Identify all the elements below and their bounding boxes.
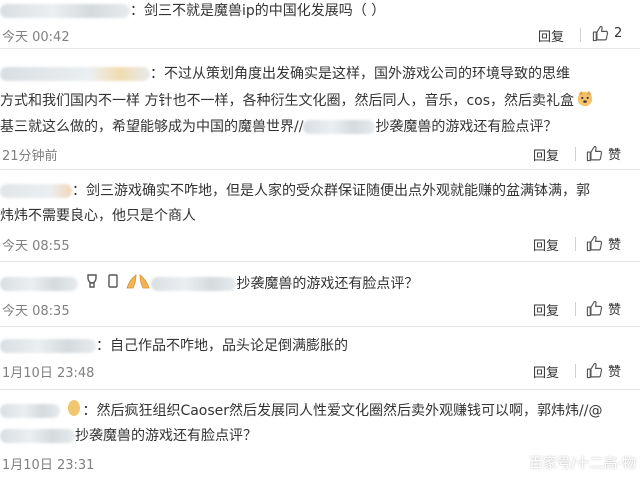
like-button[interactable]: 2 [592,25,622,42]
comment-text: ：剑三不就是魔兽ip的中国化发展吗（ ） [130,3,386,19]
divider [575,147,576,161]
mentioned-username[interactable] [151,277,237,291]
emoji-icon [107,273,119,295]
thumbs-up-icon [586,235,603,252]
comment-item: ：剑三游戏确实不咋地，但是人家的受众群保证随便出点外观就能赚的盆满钵满，郭 炜炜… [0,170,640,262]
comment-text: 基三就这么做的，希望能够成为中国的魔兽世界// [0,119,304,135]
emoji-icon [66,399,82,423]
comment-time: 1月10日 23:31 [2,458,95,473]
watermark: 百家号/十二高·物 [528,456,636,472]
like-label: 赞 [608,365,622,380]
like-label: 赞 [608,303,622,318]
reply-button[interactable]: 回复 [533,300,559,319]
username[interactable] [0,4,130,18]
comment-text: 方式和我们国内不一样 方针也不一样，各种衍生文化圈，然后同人，音乐，cos，然后… [0,93,575,109]
comment-time: 1月10日 23:48 [2,366,95,381]
like-button[interactable]: 赞 [586,361,621,380]
divider [575,302,576,316]
hands-emoji-icon [125,272,151,296]
mentioned-username[interactable] [0,429,75,443]
comment-text: ：自己作品不咋地，品头论足倒满膨胀的 [96,338,348,354]
comment-item: ：剑三不就是魔兽ip的中国化发展吗（ ） 今天 00:42 回复 2 [0,0,640,49]
username[interactable] [0,339,96,353]
divider [575,364,576,378]
comment-text: ：然后疯狂组织Caoser然后发展同人性爱文化圈然后卖外观赚钱可以啊，郭炜炜//… [82,403,603,419]
mentioned-username[interactable] [303,120,376,134]
divider [580,28,581,42]
divider [575,237,576,251]
thumbs-up-icon [586,145,603,162]
like-button[interactable]: 赞 [586,234,621,253]
quoted-text: 抄袭魔兽的游戏还有脸点评？ [75,428,257,444]
username[interactable] [0,67,150,81]
reply-button[interactable]: 回复 [533,145,559,164]
quoted-text: 抄袭魔兽的游戏还有脸点评？ [236,276,419,292]
emoji-icon [84,273,100,295]
dog-emoji-icon [576,89,594,113]
comment-time: 21分钟前 [2,149,58,164]
comment-time: 今天 08:55 [2,239,70,254]
username[interactable] [0,184,72,198]
comment-time: 今天 08:35 [2,304,70,319]
thumbs-up-icon [586,362,603,379]
reply-button[interactable]: 回复 [533,362,559,381]
like-count: 2 [614,26,623,41]
comment-item: ：不过从策划角度出发确实是这样，国外游戏公司的环境导致的思维 方式和我们国内不一… [0,49,640,170]
reply-button[interactable]: 回复 [538,26,564,45]
quoted-text: 抄袭魔兽的游戏还有脸点评？ [375,119,558,135]
comment-item: ：自己作品不咋地，品头论足倒满膨胀的 1月10日 23:48 回复 赞 [0,327,640,390]
thumbs-up-icon [586,300,603,317]
like-button[interactable]: 赞 [586,144,621,163]
comment-text: ：剑三游戏确实不咋地，但是人家的受众群保证随便出点外观就能赚的盆满钵满，郭 [72,183,590,199]
like-label: 赞 [608,238,622,253]
comment-text: ：不过从策划角度出发确实是这样，国外游戏公司的环境导致的思维 [150,66,570,82]
username[interactable] [0,404,60,418]
comment-text: 炜炜不需要良心，他只是个商人 [0,208,196,224]
comment-time: 今天 00:42 [2,30,70,45]
thumbs-up-icon [592,25,609,42]
comment-item: 抄袭魔兽的游戏还有脸点评？ 今天 08:35 回复 赞 [0,262,640,327]
like-label: 赞 [608,148,622,163]
like-button[interactable]: 赞 [586,299,621,318]
reply-button[interactable]: 回复 [533,235,559,254]
username[interactable] [0,277,78,291]
